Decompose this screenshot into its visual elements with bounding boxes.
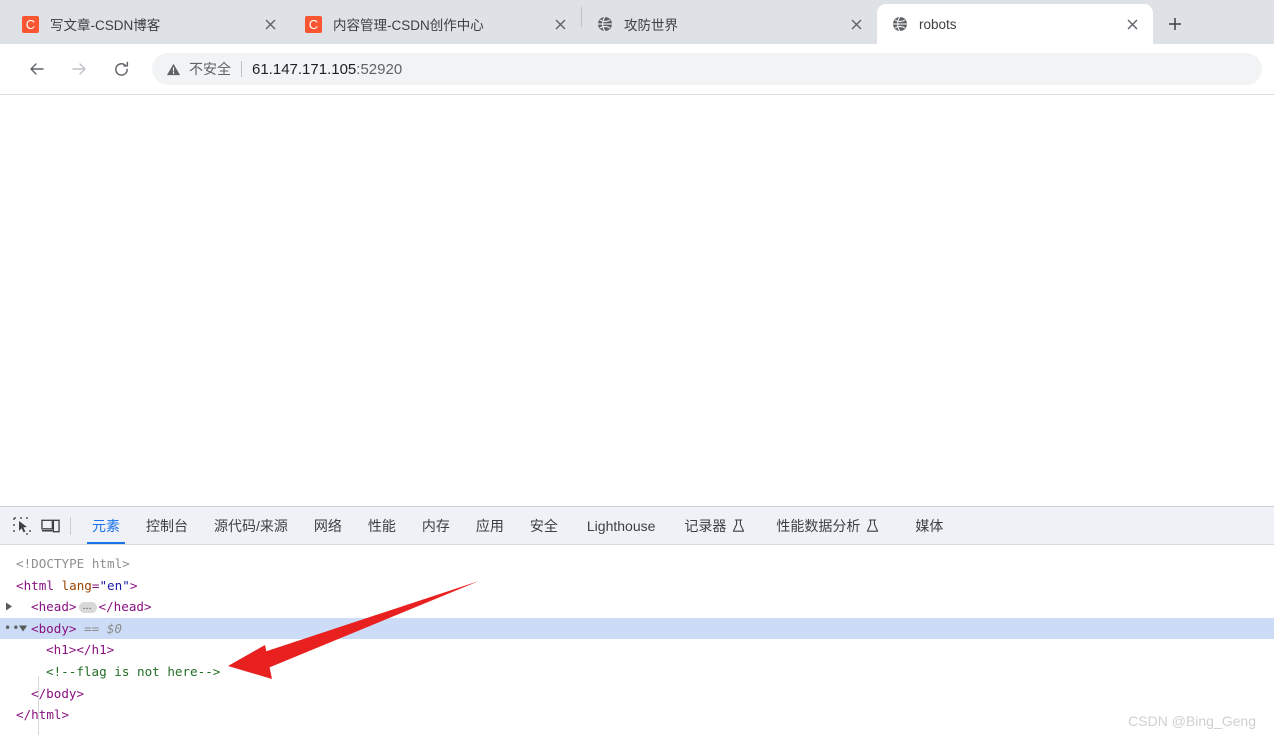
browser-window: C 写文章-CSDN博客 C 内容管理-CSDN创作中心 攻防世界 robots… [0, 0, 1274, 737]
dom-tree: <!DOCTYPE html> <html lang="en"> <head>…… [0, 545, 1274, 735]
csdn-logo-icon: C [22, 15, 39, 33]
experiment-beaker-icon [732, 518, 745, 533]
devtools-tab-lighthouse[interactable]: Lighthouse [571, 507, 672, 544]
globe-icon [596, 16, 613, 33]
browser-toolbar: 不安全 61.147.171.105:52920 [0, 44, 1274, 95]
url-host: 61.147.171.105 [252, 60, 357, 78]
devtools-tab-media[interactable]: 媒体 [897, 507, 961, 544]
forward-icon[interactable] [64, 54, 94, 84]
selected-node-marker: == $0 [84, 620, 123, 636]
devtools-tab-label: 元素 [92, 517, 120, 534]
browser-tab-2[interactable]: 攻防世界 [582, 4, 877, 44]
browser-tab-1[interactable]: C 内容管理-CSDN创作中心 [291, 4, 581, 44]
dom-node-h1[interactable]: <h1></h1> [0, 639, 1274, 661]
devtools-tab-label: 控制台 [146, 517, 188, 534]
devtools-tab-label: 记录器 [684, 517, 727, 534]
dom-node-html-close[interactable]: </html> [0, 704, 1274, 726]
browser-tab-title: 攻防世界 [624, 18, 678, 33]
angle-bracket: > [129, 577, 138, 593]
tab-strip: C 写文章-CSDN博客 C 内容管理-CSDN创作中心 攻防世界 robots [0, 0, 1274, 44]
tag-text: <h1></h1> [46, 642, 115, 658]
devtools-tab-label: 内存 [421, 517, 450, 534]
watermark-text: CSDN @Bing_Geng [1128, 713, 1256, 729]
security-status-text: 不安全 [189, 61, 231, 77]
comment-text: <!--flag is not here--> [46, 663, 221, 679]
devtools-tab-label: 源代码/来源 [214, 517, 288, 534]
devtools-tab-label: 性能数据分析 [776, 517, 861, 534]
tag-open: <body> [31, 620, 77, 636]
collapsed-children-badge[interactable]: … [78, 602, 97, 614]
browser-tab-0[interactable]: C 写文章-CSDN博客 [8, 4, 291, 44]
dom-node-body[interactable]: ••• <body> == $0 [0, 617, 1274, 640]
browser-tab-title: 写文章-CSDN博客 [50, 18, 161, 33]
devtools-toolbar: 元素 控制台 源代码/来源 网络 性能 内存 应用 安全 Lighthouse … [0, 507, 1274, 545]
page-viewport [0, 95, 1274, 505]
close-icon[interactable] [547, 11, 573, 37]
dom-node-body-close[interactable]: </body> [0, 683, 1274, 705]
devtools-tab-network[interactable]: 网络 [301, 507, 355, 544]
tag-close: </html> [16, 707, 70, 723]
close-icon[interactable] [1119, 11, 1145, 37]
experiment-beaker-icon [866, 518, 879, 533]
attribute-name: lang [61, 577, 92, 593]
back-icon[interactable] [22, 54, 52, 84]
device-toolbar-icon[interactable] [36, 513, 64, 539]
devtools-tab-label: 媒体 [915, 517, 944, 534]
chevron-down-icon[interactable] [18, 624, 28, 634]
devtools-toolbar-divider [70, 516, 71, 535]
globe-icon [891, 16, 908, 33]
devtools-tab-security[interactable]: 安全 [517, 507, 571, 544]
tag-close: </body> [31, 685, 85, 701]
devtools-tab-elements[interactable]: 元素 [79, 507, 133, 544]
devtools-tab-console[interactable]: 控制台 [133, 507, 201, 544]
browser-tab-title: robots [919, 16, 957, 32]
dom-node-doctype[interactable]: <!DOCTYPE html> [0, 553, 1274, 575]
devtools-tab-memory[interactable]: 内存 [409, 507, 463, 544]
devtools-tab-performance-insights[interactable]: 性能数据分析 [758, 507, 897, 544]
dom-node-html[interactable]: <html lang="en"> [0, 575, 1274, 597]
devtools-tab-label: 网络 [313, 517, 342, 534]
devtools-tab-recorder[interactable]: 记录器 [671, 507, 758, 544]
dom-node-head[interactable]: <head>… </head> [0, 596, 1274, 618]
browser-tab-3[interactable]: robots [877, 4, 1153, 44]
doctype-text: <!DOCTYPE html> [16, 556, 130, 571]
browser-tab-title: 内容管理-CSDN创作中心 [333, 18, 484, 33]
close-icon[interactable] [257, 11, 283, 37]
address-bar-url: 61.147.171.105:52920 [252, 61, 402, 78]
devtools-tab-label: 应用 [475, 517, 504, 534]
devtools-tab-performance[interactable]: 性能 [355, 507, 409, 544]
tag-name: html [23, 577, 54, 593]
inspect-element-icon[interactable] [8, 513, 36, 539]
devtools-panel: 元素 控制台 源代码/来源 网络 性能 内存 应用 安全 Lighthouse … [0, 506, 1274, 737]
devtools-tab-label: 安全 [529, 517, 558, 534]
csdn-logo-icon: C [305, 15, 322, 33]
devtools-tab-label: 性能 [367, 517, 396, 534]
omnibox-divider [241, 61, 242, 77]
devtools-tab-sources[interactable]: 源代码/来源 [201, 507, 301, 544]
attribute-value: "en" [99, 577, 130, 593]
url-port: :52920 [356, 60, 403, 78]
tag-open: <head> [31, 599, 77, 615]
dom-node-comment[interactable]: <!--flag is not here--> [0, 661, 1274, 683]
reload-icon[interactable] [106, 54, 136, 84]
devtools-tab-label: Lighthouse [586, 517, 656, 534]
new-tab-button[interactable] [1161, 10, 1189, 38]
close-icon[interactable] [843, 11, 869, 37]
angle-bracket: < [16, 577, 24, 593]
address-bar[interactable]: 不安全 61.147.171.105:52920 [152, 53, 1262, 85]
devtools-tab-application[interactable]: 应用 [463, 507, 517, 544]
tag-close: </head> [98, 599, 152, 615]
chevron-right-icon[interactable] [4, 602, 14, 612]
not-secure-warning-icon [166, 62, 181, 77]
